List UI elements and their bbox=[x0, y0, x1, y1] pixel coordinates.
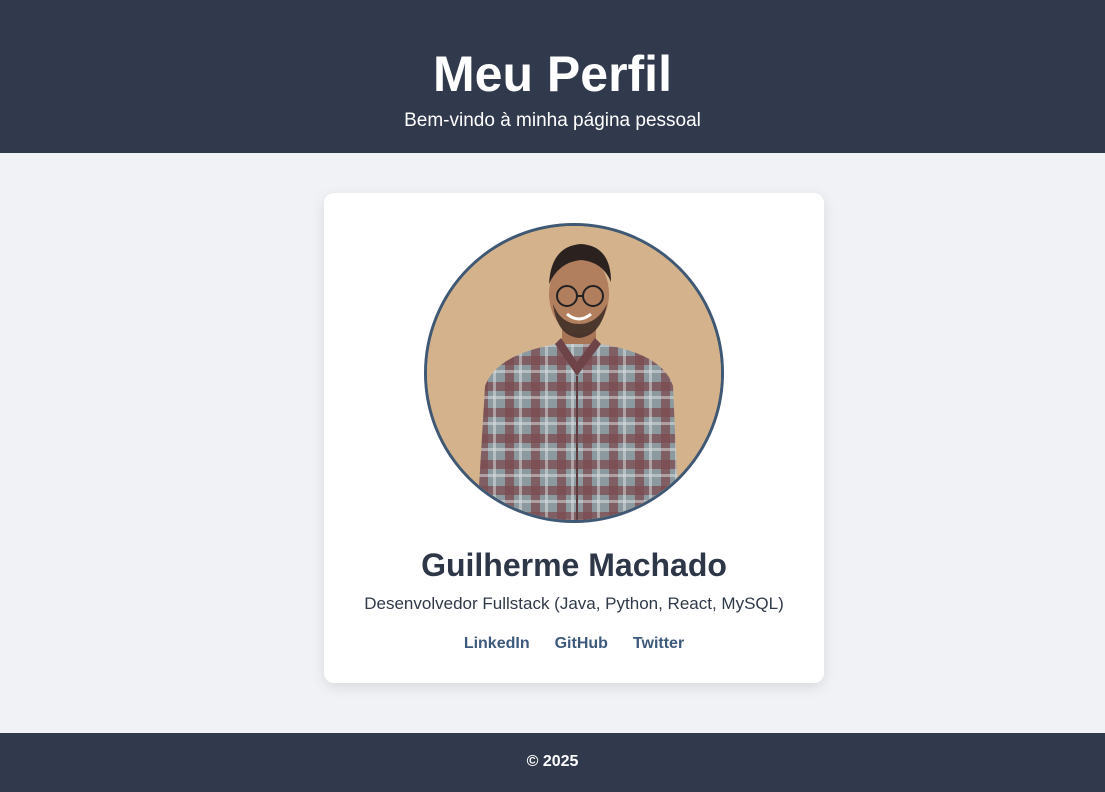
social-links: LinkedIn GitHub Twitter bbox=[324, 634, 824, 654]
copyright-text: © 2025 bbox=[526, 753, 579, 770]
site-header: Meu Perfil Bem-vindo à minha página pess… bbox=[0, 0, 1105, 153]
page-subtitle: Bem-vindo à minha página pessoal bbox=[404, 110, 701, 131]
avatar bbox=[424, 223, 724, 523]
profile-name: Guilherme Machado bbox=[421, 547, 727, 583]
page-title: Meu Perfil bbox=[433, 46, 672, 102]
twitter-link[interactable]: Twitter bbox=[633, 634, 684, 654]
github-link[interactable]: GitHub bbox=[555, 634, 608, 654]
profile-card: Guilherme Machado Desenvolvedor Fullstac… bbox=[324, 193, 824, 683]
linkedin-link[interactable]: LinkedIn bbox=[464, 634, 530, 654]
site-footer: © 2025 bbox=[0, 733, 1105, 792]
profile-photo bbox=[427, 226, 721, 520]
profile-role: Desenvolvedor Fullstack (Java, Python, R… bbox=[364, 594, 784, 613]
